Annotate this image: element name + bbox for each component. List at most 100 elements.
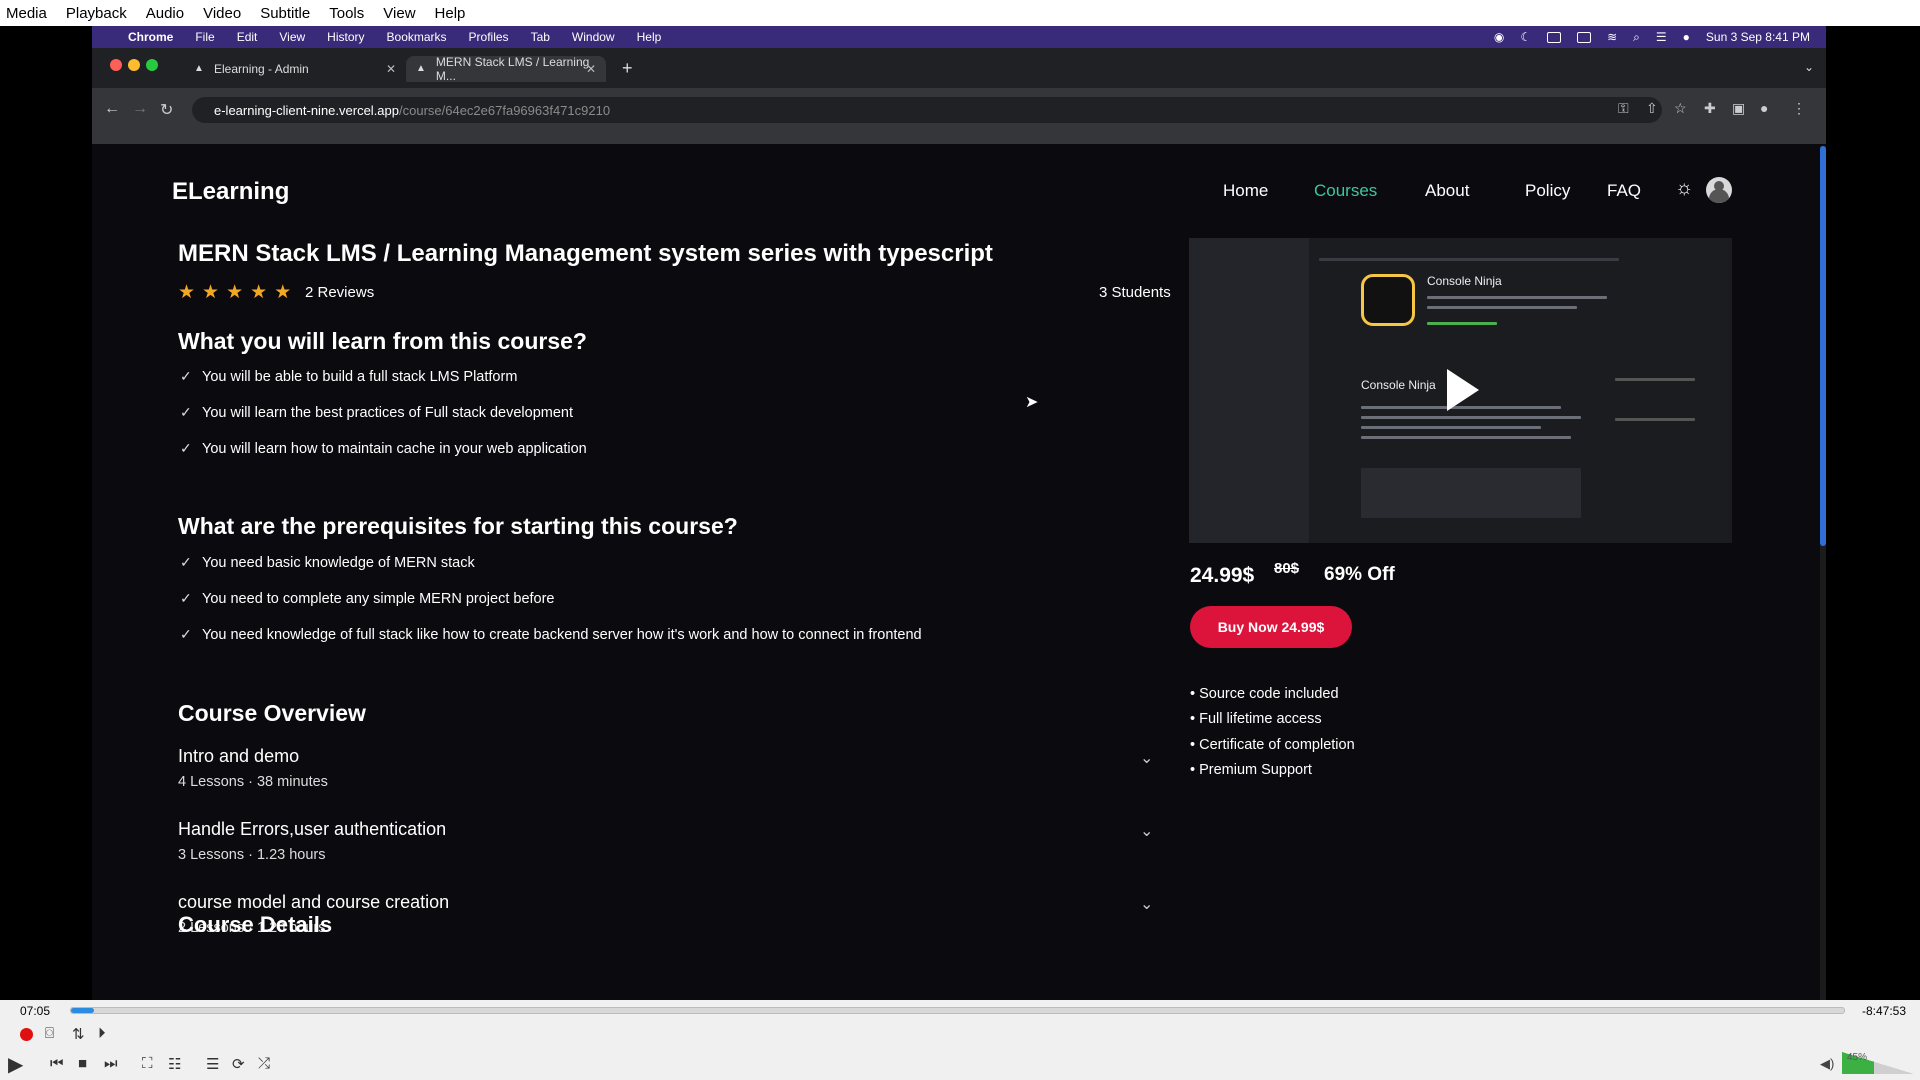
nav-about: About xyxy=(1425,181,1470,200)
star-icon: ★ xyxy=(226,282,251,303)
url-path: /course/64ec2e67fa96963f471c9210 xyxy=(399,102,611,118)
browser-tab-admin: ▲ Elearning - Admin ✕ xyxy=(184,56,406,82)
battery-icon xyxy=(1547,31,1562,43)
tab-title: Elearning - Admin xyxy=(214,62,309,76)
menu-playback[interactable]: Playback xyxy=(66,5,127,22)
menu-view[interactable]: View xyxy=(383,5,415,22)
star-icon: ★ xyxy=(202,282,227,303)
thumb-badge xyxy=(1427,322,1497,325)
menu-video[interactable]: Video xyxy=(203,5,241,22)
star-icon: ★ xyxy=(178,282,203,303)
menu-audio[interactable]: Audio xyxy=(146,5,184,22)
record-button[interactable] xyxy=(20,1028,33,1041)
learn-item-text: You will learn how to maintain cache in … xyxy=(202,440,587,457)
thumb-text-line xyxy=(1361,426,1541,429)
time-elapsed: 07:05 xyxy=(20,1004,51,1018)
mac-menu-window: Window xyxy=(571,30,615,44)
rating-stars: ★★★★★ xyxy=(178,281,298,304)
chrome-menu-icon: ⋮ xyxy=(1792,100,1806,116)
loop-icon[interactable]: ⟳ xyxy=(232,1055,245,1073)
share-icon: ⇧ xyxy=(1646,100,1658,116)
checkmark-icon: ✓ xyxy=(180,368,192,384)
site-logo: ELearning xyxy=(172,178,290,205)
star-icon: ★ xyxy=(274,282,299,303)
tab-favicon-icon: ▲ xyxy=(194,63,204,74)
fullscreen-icon[interactable]: ⛶ xyxy=(142,1055,153,1072)
playlist-icon[interactable]: ☰ xyxy=(206,1055,219,1073)
chevron-down-icon: ⌄ xyxy=(1140,896,1154,913)
close-window-icon xyxy=(110,59,122,71)
address-bar: e-learning-client-nine.vercel.app/course… xyxy=(192,97,1662,123)
url-domain: e-learning-client-nine.vercel.app xyxy=(214,102,399,118)
thumb-text-line xyxy=(1615,378,1695,381)
details-heading: Course Details xyxy=(178,912,333,937)
loop-ab-icon[interactable]: ⇅ xyxy=(72,1025,85,1043)
section-meta: 4 Lessons · 38 minutes xyxy=(178,774,328,790)
prereq-item-text: You need knowledge of full stack like ho… xyxy=(202,626,922,643)
mac-menu-help: Help xyxy=(636,30,662,44)
shuffle-icon[interactable]: ⤮ xyxy=(258,1055,270,1072)
course-title: MERN Stack LMS / Learning Management sys… xyxy=(178,240,993,267)
checkmark-icon: ✓ xyxy=(180,440,192,456)
thumb-text-line xyxy=(1427,296,1607,299)
previous-icon[interactable]: ⏮ xyxy=(50,1055,64,1072)
learn-item-text: You will learn the best practices of Ful… xyxy=(202,404,574,421)
mouse-cursor-icon: ➤ xyxy=(1025,394,1039,411)
buy-now-button: Buy Now 24.99$ xyxy=(1190,606,1352,648)
sun-icon: ☼ xyxy=(1675,177,1694,199)
profile-icon: ● xyxy=(1760,100,1769,116)
menu-help[interactable]: Help xyxy=(435,5,466,22)
macos-menu-bar: Chrome File Edit View History Bookmarks … xyxy=(92,26,1826,48)
vscode-sidebar xyxy=(1189,238,1309,543)
prereq-item-text: You need basic knowledge of MERN stack xyxy=(202,554,475,571)
nav-home: Home xyxy=(1223,181,1269,200)
tab-close-icon: ✕ xyxy=(585,62,596,76)
tab-close-icon: ✕ xyxy=(385,62,396,76)
prereq-item: ✓ You need to complete any simple MERN pr… xyxy=(180,590,555,607)
original-price: 80$ xyxy=(1274,560,1300,577)
section-title: course model and course creation xyxy=(178,892,450,912)
key-icon: ⚿ xyxy=(1618,100,1629,116)
mac-datetime: Sun 3 Sep 8:41 PM xyxy=(1705,30,1810,44)
browser-chrome: ▲ Elearning - Admin ✕ ▲ MERN Stack LMS /… xyxy=(92,48,1826,144)
tab-title: MERN Stack LMS / Learning M... xyxy=(435,55,590,83)
play-button[interactable]: ▶ xyxy=(8,1052,23,1077)
checkmark-icon: ✓ xyxy=(180,554,192,570)
tab-search-chevron-icon: ⌄ xyxy=(1804,60,1815,74)
students-count: 3 Students xyxy=(1099,284,1171,301)
frame-step-icon[interactable]: ⏵ xyxy=(98,1025,106,1042)
reviews-count: 2 Reviews xyxy=(305,284,375,301)
menu-tools[interactable]: Tools xyxy=(329,5,364,22)
volume-icon[interactable]: ◀) xyxy=(1820,1056,1834,1072)
mac-menu-file: File xyxy=(195,30,215,44)
star-icon: ★ xyxy=(250,282,275,303)
play-icon xyxy=(1447,369,1479,411)
course-video-thumbnail: Console Ninja Console Ninja xyxy=(1189,238,1732,543)
checkmark-icon: ✓ xyxy=(180,590,192,606)
snapshot-icon[interactable]: ⌼ xyxy=(45,1025,54,1042)
section-meta: 3 Lessons · 1.23 hours xyxy=(178,847,326,863)
moon-icon: ☾ xyxy=(1520,30,1532,44)
thumb-text-line xyxy=(1361,416,1581,419)
menu-media[interactable]: Media xyxy=(6,5,47,22)
maximize-window-icon xyxy=(146,59,158,71)
learn-item: ✓ You will be able to build a full stack … xyxy=(180,368,517,385)
seek-bar[interactable] xyxy=(70,1007,1845,1014)
learn-heading: What you will learn from this course? xyxy=(178,328,587,354)
stop-icon[interactable]: ■ xyxy=(78,1055,87,1072)
course-price: 24.99$ xyxy=(1190,564,1255,587)
mac-menu-profiles: Profiles xyxy=(468,30,509,44)
reload-icon: ↻ xyxy=(160,102,174,119)
nav-policy: Policy xyxy=(1525,181,1571,200)
sidepanel-icon: ▣ xyxy=(1732,100,1746,116)
learn-item: ✓ You will learn the best practices of Fu… xyxy=(180,404,573,421)
extended-settings-icon[interactable]: ☷ xyxy=(168,1055,181,1073)
video-area[interactable]: Chrome File Edit View History Bookmarks … xyxy=(0,26,1920,1000)
next-icon[interactable]: ⏭ xyxy=(104,1055,118,1072)
chevron-down-icon: ⌄ xyxy=(1140,750,1154,767)
page-scrollbar xyxy=(1820,146,1826,1000)
prereq-item: ✓ You need knowledge of full stack like h… xyxy=(180,626,922,643)
mac-menu-tab: Tab xyxy=(530,30,550,44)
overview-heading: Course Overview xyxy=(178,700,366,726)
menu-subtitle[interactable]: Subtitle xyxy=(260,5,310,22)
